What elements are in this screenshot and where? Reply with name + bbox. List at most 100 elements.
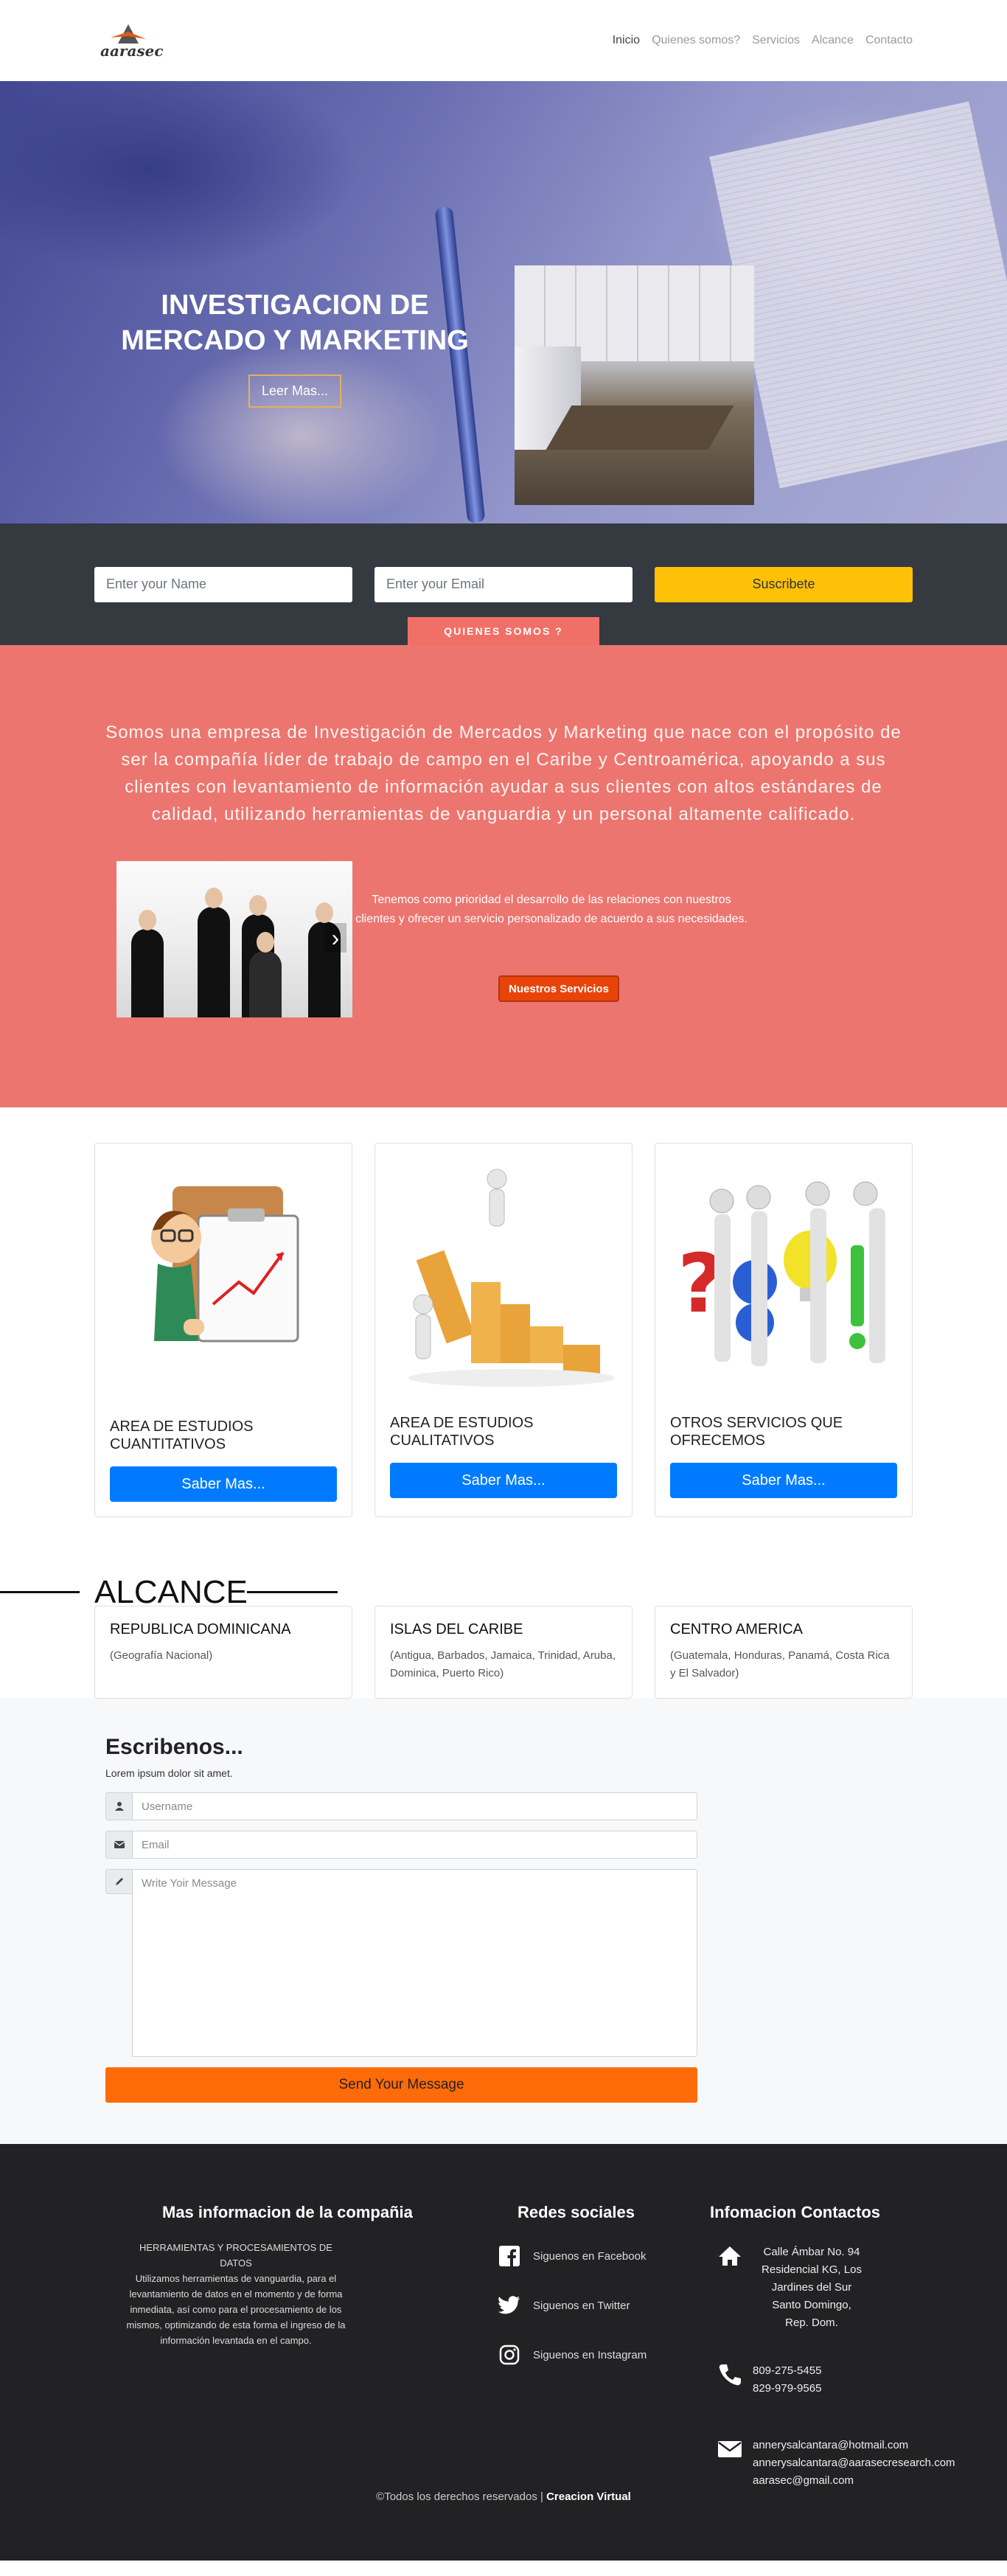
saber-mas-button[interactable]: Saber Mas... [110,1466,337,1502]
address-line: Jardines del Sur [771,2281,852,2294]
regions-list: REPUBLICA DOMINICANA (Geografía Nacional… [0,1606,1007,1699]
about-description: Somos una empresa de Investigación de Me… [105,723,902,824]
twitter-label: Siguenos en Twitter [533,2299,630,2312]
about-section: Somos una empresa de Investigación de Me… [0,645,1007,1107]
region-card: REPUBLICA DOMINICANA (Geografía Nacional… [94,1606,352,1699]
email-address[interactable]: annerysalcantara@hotmail.com [753,2437,955,2454]
nav-link-alcance[interactable]: Alcance [812,34,854,47]
footer-about: HERRAMIENTAS Y PROCESAMIENTOS DE DATOS U… [125,2240,346,2348]
hero-text: INVESTIGACION DE MERCADO Y MARKETING Lee… [111,288,479,408]
service-card-qualitative: AREA DE ESTUDIOS CUALITATIVOS Saber Mas.… [374,1143,633,1517]
email-address[interactable]: aarasec@gmail.com [753,2472,955,2490]
footer-about-title: Mas informacion de la compañia [162,2203,413,2221]
region-title: ISLAS DEL CARIBE [390,1621,523,1637]
email-item: annerysalcantara@hotmail.com annerysalca… [717,2437,955,2490]
twitter-icon [498,2294,521,2317]
instagram-label: Siguenos en Instagram [533,2348,647,2361]
email-address[interactable]: annerysalcantara@aarasecresearch.com [753,2454,955,2472]
logo-mark-icon [111,24,146,43]
stairs-figures-illustration [408,1169,615,1387]
puzzle-figures-illustration: ? [677,1181,885,1366]
email-list: annerysalcantara@hotmail.com annerysalca… [753,2437,955,2490]
quienes-somos-tab[interactable]: QUIENES SOMOS ? [408,617,599,645]
main-menu: Inicio Quienes somos? Servicios Alcance … [613,34,913,47]
subscribe-bar: Enter your Name Enter your Email Suscrib… [0,523,1007,645]
region-desc: (Guatemala, Honduras, Panamá, Costa Rica… [670,1649,890,1679]
footer: Mas informacion de la compañia HERRAMIEN… [0,2144,1007,2561]
about-team-image: › [116,861,352,1017]
message-textarea[interactable]: Write Yoir Message [132,1869,697,2057]
subscribe-name-input[interactable]: Enter your Name [94,566,352,602]
contact-section: Escribenos... Lorem ipsum dolor sit amet… [0,1698,1007,2144]
read-more-button[interactable]: Leer Mas... [248,375,342,408]
address-line: Residencial KG, Los [762,2263,862,2276]
mail-icon [718,2441,742,2457]
footer-social-title: Redes sociales [518,2203,635,2221]
phone-numbers: 809-275-5455 829-979-9565 [753,2362,821,2398]
instagram-link[interactable]: Siguenos en Instagram [498,2343,647,2367]
address-line: Calle Ámbar No. 94 [763,2246,860,2258]
service-title-line2: OFRECEMOS [670,1433,765,1449]
message-row: Write Yoir Message [105,1869,697,2057]
address-line: Rep. Dom. [785,2316,838,2329]
service-card-other: ? OTROS SERVICIOS QUE OFRECEMOS Saber Ma… [655,1143,913,1517]
subscribe-email-input[interactable]: Enter your Email [374,566,633,602]
service-title: AREA DE ESTUDIOS CUALITATIVOS [390,1414,534,1449]
chart-man-illustration [151,1186,299,1343]
saber-mas-button[interactable]: Saber Mas... [670,1463,897,1498]
team-person [198,888,230,1017]
nav-link-contacto[interactable]: Contacto [865,34,913,47]
nav-link-servicios[interactable]: Servicios [752,34,800,47]
carousel-next-icon[interactable]: › [324,923,346,953]
phone-number[interactable]: 829-979-9565 [753,2380,821,2398]
service-title-line1: AREA DE ESTUDIOS [110,1418,254,1435]
phone-item: 809-275-5455 829-979-9565 [717,2362,821,2398]
alcance-header: ALCANCE [0,1569,1007,1613]
our-services-button[interactable]: Nuestros Servicios [498,975,619,1002]
home-icon [719,2246,741,2266]
footer-about-text: Utilizamos herramientas de vanguardia, p… [126,2273,346,2346]
service-card-quantitative: AREA DE ESTUDIOS CUANTITATIVOS Saber Mas… [94,1143,352,1517]
saber-mas-button[interactable]: Saber Mas... [390,1463,617,1498]
contact-subtitle: Lorem ipsum dolor sit amet. [105,1767,233,1779]
hero-title-line1: INVESTIGACION DE [161,290,429,321]
nav-link-inicio[interactable]: Inicio [613,34,640,47]
alcance-divider-right [247,1591,338,1593]
hero-banner: INVESTIGACION DE MERCADO Y MARKETING Lee… [0,81,1007,523]
service-title: OTROS SERVICIOS QUE OFRECEMOS [670,1414,843,1449]
instagram-icon [498,2343,521,2367]
person-icon [105,1792,132,1820]
team-person [249,932,282,1017]
about-row: › Tenemos como prioridad el desarrollo d… [0,861,1007,1031]
service-title: AREA DE ESTUDIOS CUANTITATIVOS [110,1418,254,1453]
services-section: AREA DE ESTUDIOS CUANTITATIVOS Saber Mas… [0,1107,1007,1517]
twitter-link[interactable]: Siguenos en Twitter [498,2294,630,2317]
envelope-icon [105,1831,132,1859]
facebook-link[interactable]: Siguenos en Facebook [498,2244,646,2268]
send-message-button[interactable]: Send Your Message [105,2067,697,2103]
brand-logo[interactable]: aarasec [100,21,164,60]
service-title-line2: CUANTITATIVOS [110,1436,226,1452]
subscribe-button[interactable]: Suscribete [655,566,913,602]
username-row: Username [105,1792,697,1820]
region-card: CENTRO AMERICA (Guatemala, Honduras, Pan… [655,1606,913,1699]
service-title-line2: CUALITATIVOS [390,1433,495,1449]
email-field[interactable]: Email [132,1831,697,1859]
nav-link-quienes-somos[interactable]: Quienes somos? [652,34,740,47]
address-line: Santo Domingo, [772,2299,851,2311]
navbar: aarasec Inicio Quienes somos? Servicios … [0,0,1007,81]
credit-link[interactable]: Creacion Virtual [546,2490,631,2503]
region-desc: (Antigua, Barbados, Jamaica, Trinidad, A… [390,1649,616,1679]
alcance-section: ALCANCE REPUBLICA DOMINICANA (Geografía … [0,1569,1007,1699]
region-title: REPUBLICA DOMINICANA [110,1621,291,1637]
footer-about-heading: HERRAMIENTAS Y PROCESAMIENTOS DE DATOS [139,2242,332,2269]
copyright: ©Todos los derechos reservados | Creacio… [0,2490,1007,2503]
facebook-icon [498,2244,521,2268]
phone-icon [719,2364,741,2386]
region-title: CENTRO AMERICA [670,1621,804,1637]
hero-boardroom-image [515,265,754,505]
username-input[interactable]: Username [132,1792,697,1820]
pencil-icon [105,1869,132,1894]
phone-number[interactable]: 809-275-5455 [753,2362,821,2380]
boardroom-table [546,405,734,450]
